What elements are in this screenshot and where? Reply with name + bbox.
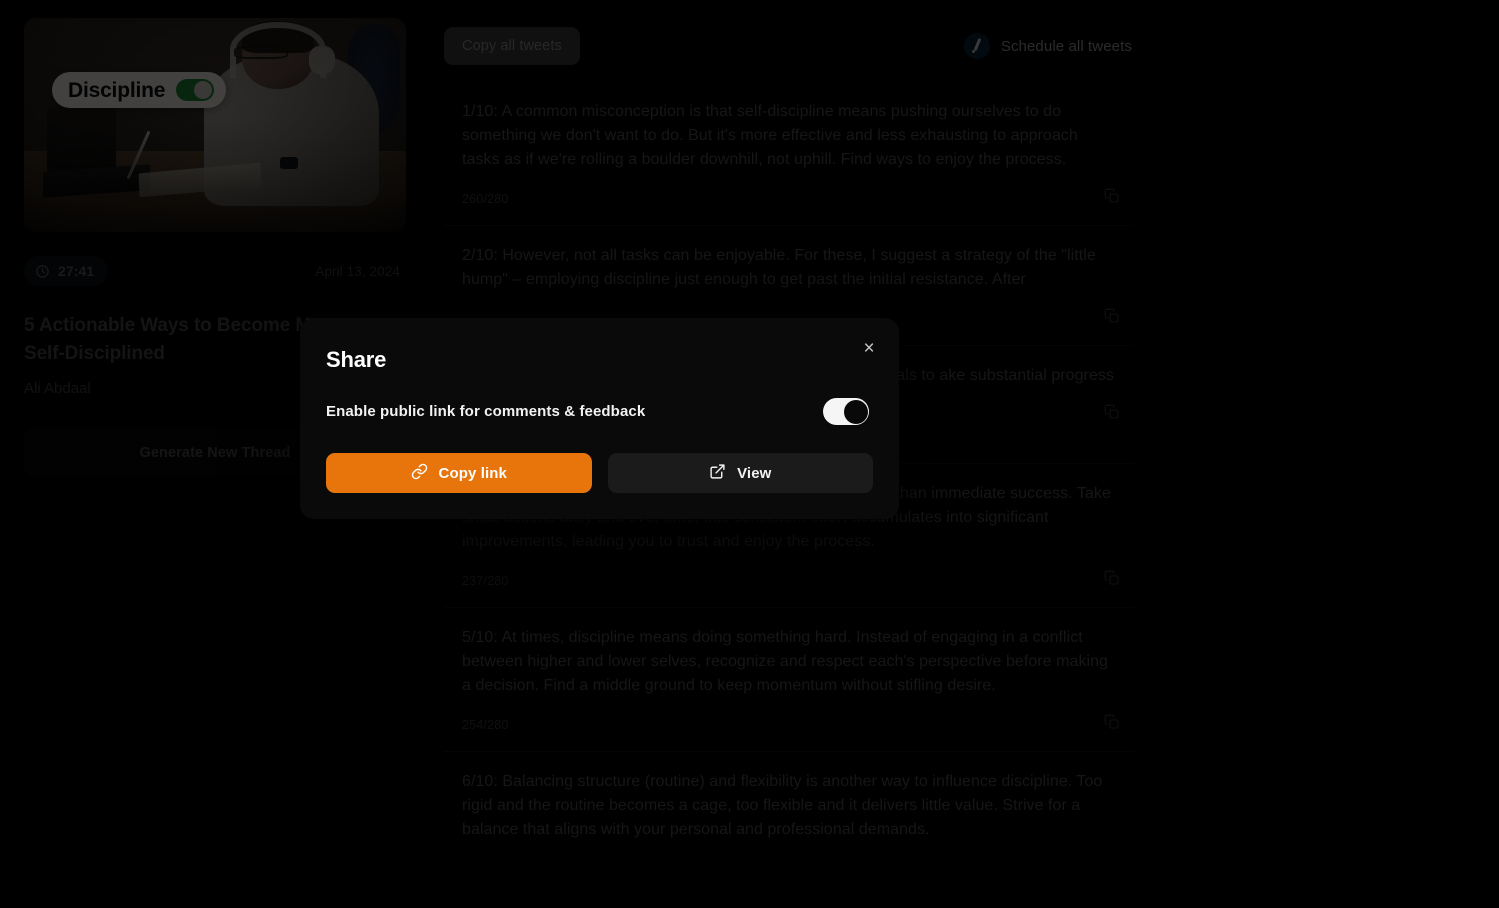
- share-modal-title: Share: [326, 347, 387, 372]
- link-icon: [411, 463, 428, 484]
- close-icon[interactable]: ×: [853, 332, 885, 364]
- copy-link-label: Copy link: [438, 464, 507, 482]
- public-link-toggle[interactable]: [823, 398, 869, 426]
- public-link-label: Enable public link for comments & feedba…: [326, 403, 646, 421]
- share-modal: × Share Enable public link for comments …: [300, 318, 899, 520]
- app-root: Discipline 27:41 April 13, 2024 5 Action…: [0, 0, 1499, 908]
- external-link-icon: [709, 463, 726, 484]
- share-modal-actions: Copy link View: [326, 453, 873, 494]
- view-label: View: [737, 464, 772, 482]
- view-button[interactable]: View: [607, 453, 873, 494]
- public-link-row: Enable public link for comments & feedba…: [326, 398, 873, 426]
- copy-link-button[interactable]: Copy link: [326, 453, 592, 494]
